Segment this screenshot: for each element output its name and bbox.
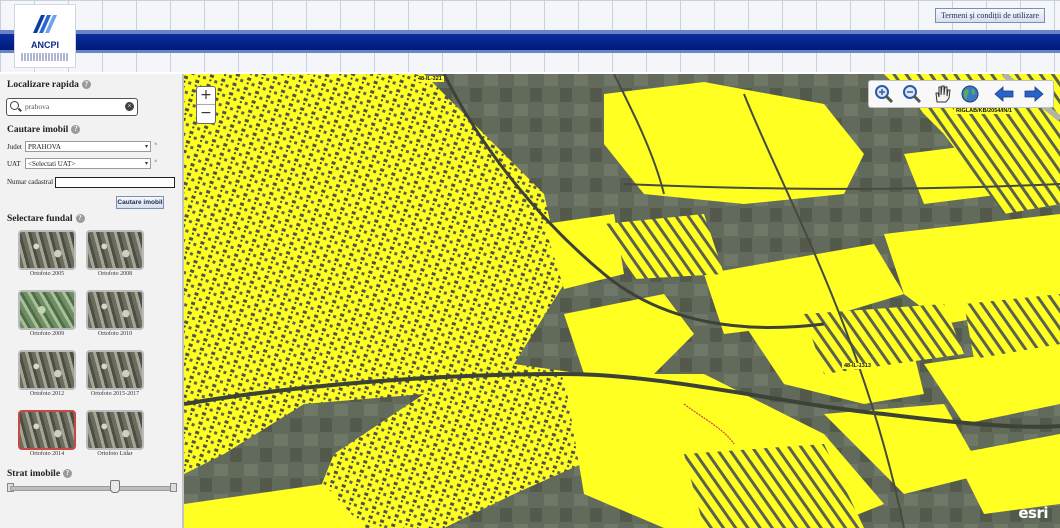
property-search-heading: Cautare imobil? — [7, 125, 81, 135]
back-arrow-icon[interactable] — [993, 84, 1015, 104]
zoom-in-button[interactable]: + — [197, 87, 215, 105]
clear-uat-icon[interactable]: × — [154, 159, 157, 165]
parcel-label: 48-IL-321 — [416, 76, 444, 82]
basemap-thumbnail[interactable] — [86, 410, 144, 450]
quick-search-input[interactable] — [25, 100, 120, 112]
zoom-out-icon[interactable] — [901, 84, 923, 104]
basemap-thumbnail-label: Ortofoto 2015-2017 — [90, 391, 140, 397]
zoom-in-icon[interactable] — [873, 84, 895, 104]
opacity-slider-thumb[interactable] — [110, 480, 121, 493]
chevron-down-icon: ▾ — [144, 144, 148, 150]
uat-select[interactable]: <Selectati UAT> ▾ — [25, 158, 151, 169]
county-label: Judet — [7, 143, 22, 151]
parcel-label: 48-IL-1313 — [842, 363, 873, 369]
basemap-thumbnail[interactable] — [18, 230, 76, 270]
clear-search-icon[interactable]: × — [125, 102, 134, 111]
layer-title: Strat imobile — [7, 469, 61, 479]
basemap-thumbnail[interactable] — [18, 350, 76, 390]
basemap-thumbnail[interactable] — [86, 350, 144, 390]
basemap-thumbnail[interactable] — [18, 410, 76, 450]
clear-county-icon[interactable]: × — [154, 142, 157, 148]
basemap-thumbnail-label: Ortofoto Lidar — [97, 451, 133, 457]
forward-arrow-icon[interactable] — [1023, 84, 1045, 104]
basemap-heading: Selectare fundal? — [7, 214, 85, 224]
help-icon[interactable]: ? — [63, 469, 73, 479]
help-icon[interactable]: ? — [71, 125, 81, 135]
cadastral-label: Numar cadastral — [7, 178, 54, 186]
cadastral-number-input[interactable] — [55, 177, 175, 188]
chevron-down-icon: ▾ — [144, 161, 148, 167]
terms-button[interactable]: Termeni și condiții de utilizare — [935, 8, 1045, 23]
header-band-bottom — [0, 50, 1060, 53]
search-property-button[interactable]: Cautare imobil — [116, 196, 164, 209]
basemap-thumbnail-label: Ortofoto 2008 — [97, 271, 133, 277]
layer-heading: Strat imobile? — [7, 469, 73, 479]
logo-text: ANCPI — [30, 40, 59, 50]
basemap-thumbnail-label: Ortofoto 2005 — [29, 271, 65, 277]
ancpi-logo-mark-icon — [33, 15, 57, 33]
slider-end-handle[interactable] — [170, 483, 177, 492]
property-search-title: Cautare imobil — [7, 125, 69, 135]
header-band — [0, 34, 1060, 50]
uat-label: UAT — [7, 160, 21, 168]
zoom-control[interactable]: + − — [196, 86, 216, 124]
pan-hand-icon[interactable] — [931, 84, 953, 104]
sidebar: Localizare rapida? × Cautare imobil? Jud… — [0, 74, 184, 528]
quick-search-box[interactable]: × — [6, 98, 138, 116]
esri-attribution: esri — [1018, 504, 1048, 522]
help-icon[interactable]: ? — [81, 80, 91, 90]
basemap-title: Selectare fundal — [7, 214, 73, 224]
quick-search-title: Localizare rapida — [7, 80, 79, 90]
ancpi-logo[interactable]: ANCPI — [14, 4, 76, 68]
map-view[interactable]: + − 48-IL-321 RIGLAB/KB/2054/IN/1 48-IL-… — [184, 74, 1060, 528]
help-icon[interactable]: ? — [75, 214, 85, 224]
globe-icon[interactable] — [959, 84, 981, 104]
basemap-thumbnail[interactable] — [18, 290, 76, 330]
parcel-label: RIGLAB/KB/2054/IN/1 — [954, 108, 1014, 114]
app-header: ANCPI Termeni și condiții de utilizare — [0, 0, 1060, 72]
basemap-thumbnail-label: Ortofoto 2014 — [29, 451, 65, 457]
basemap-thumbnail-label: Ortofoto 2009 — [29, 331, 65, 337]
map-toolbar — [868, 80, 1054, 108]
opacity-slider-track[interactable] — [10, 486, 174, 491]
zoom-out-button[interactable]: − — [197, 105, 215, 122]
basemap-thumbnail[interactable] — [86, 230, 144, 270]
basemap-thumbnail[interactable] — [86, 290, 144, 330]
search-icon — [10, 101, 19, 110]
basemap-thumbnail-label: Ortofoto 2012 — [29, 391, 65, 397]
basemap-thumbnail-label: Ortofoto 2010 — [97, 331, 133, 337]
county-select[interactable]: PRAHOVA ▾ — [25, 141, 151, 152]
quick-search-heading: Localizare rapida? — [7, 80, 91, 90]
logo-subtitle — [21, 53, 69, 61]
uat-select-value: <Selectati UAT> — [28, 160, 76, 168]
county-select-value: PRAHOVA — [28, 143, 61, 151]
map-canvas[interactable] — [184, 74, 1060, 528]
